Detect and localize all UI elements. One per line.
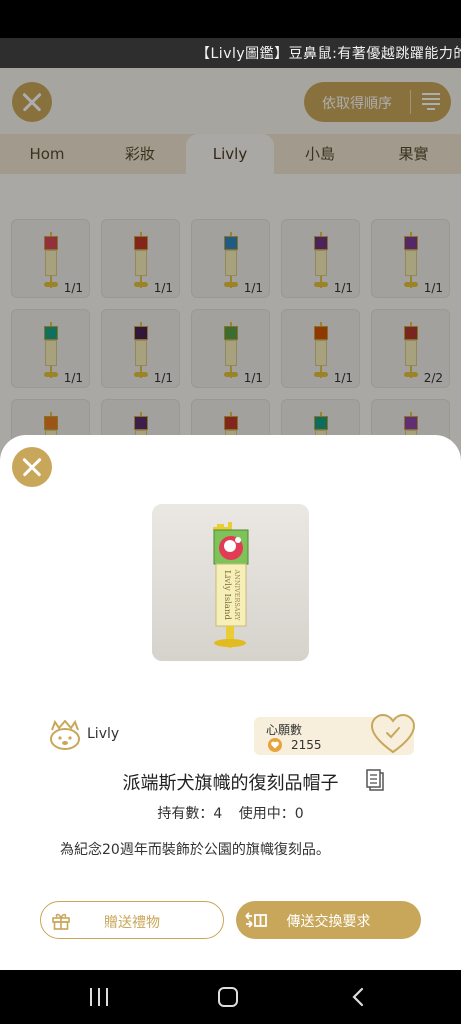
item-preview-image: ANNIVERSARY Livly Island [152,504,309,661]
item-title: 派端斯犬旗幟的復刻品帽子 [0,769,461,795]
gift-label: 贈送禮物 [104,915,160,931]
close-icon [20,455,44,479]
recent-apps-icon[interactable] [88,988,110,1006]
back-icon[interactable] [350,987,366,1007]
wish-count: 2155 [291,738,322,752]
home-icon[interactable] [218,987,238,1007]
wishlist-heart-button[interactable] [370,713,416,755]
app-screen: 【Livly圖鑑】豆鼻鼠:有著優越跳躍能力的 依取得順序 Hom 彩妝 Livl… [0,38,461,970]
ticker-text: 【Livly圖鑑】豆鼻鼠:有著優越跳躍能力的 [196,46,461,62]
in-use-count: 使用中：0 [238,806,304,822]
document-icon[interactable] [366,769,384,791]
trade-label: 傳送交換要求 [286,914,371,930]
send-gift-button[interactable]: 贈送禮物 [40,901,224,939]
wish-label: 心願數 [266,723,303,737]
owned-count: 持有數：4 [157,806,223,822]
item-detail-sheet: ANNIVERSARY Livly Island Livly 心願數 2155 … [0,435,461,970]
news-ticker: 【Livly圖鑑】豆鼻鼠:有著優越跳躍能力的 [0,38,461,68]
heart-coin-icon [268,738,282,752]
system-nav-bar [0,970,461,1024]
trade-request-button[interactable]: 傳送交換要求 [236,901,421,939]
brand-label: Livly [87,726,120,742]
svg-text:ANNIVERSARY: ANNIVERSARY [233,568,241,621]
item-description: 為紀念20週年而裝飾於公園的旗幟復刻品。 [60,842,330,858]
brand-row: Livly [47,720,167,750]
livly-logo-icon [50,720,80,750]
count-row: 持有數：4 使用中：0 [0,803,461,823]
status-bar [0,0,461,38]
item-title-text: 派端斯犬旗幟的復刻品帽子 [122,773,339,794]
svg-text:Livly Island: Livly Island [222,570,232,620]
close-sheet-button[interactable] [12,447,52,487]
